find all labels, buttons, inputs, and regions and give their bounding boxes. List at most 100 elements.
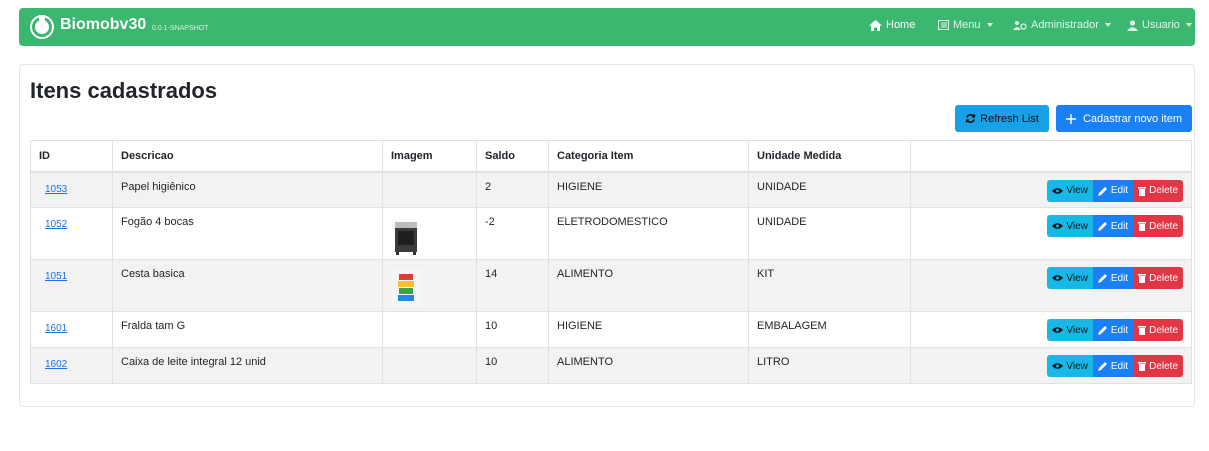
- trash-icon: [1138, 186, 1147, 196]
- refresh-list-label: Refresh List: [980, 112, 1039, 125]
- basket-image: [391, 268, 421, 308]
- pencil-icon: [1097, 274, 1107, 283]
- trash-icon: [1138, 222, 1147, 231]
- delete-button[interactable]: Delete: [1133, 179, 1183, 202]
- item-id-link[interactable]: 1051: [45, 271, 67, 282]
- table-header-row: ID Descricao Imagem Saldo Categoria Item…: [30, 140, 1192, 173]
- table-row: 1601 Fralda tam G 10 HIGIENE EMBALAGEM V…: [30, 311, 1192, 348]
- top-navbar: Biomobv30 0.0.1-SNAPSHOT Home Menu Admin…: [19, 8, 1195, 46]
- trash-icon: [1138, 274, 1147, 283]
- nav-home-label: Home: [886, 19, 916, 31]
- trash-icon: [1138, 326, 1147, 335]
- cell-categoria: HIGIENE: [548, 171, 749, 208]
- row-actions: View Edit Delete: [919, 215, 1183, 237]
- pencil-icon: [1097, 186, 1107, 196]
- edit-button[interactable]: Edit: [1092, 215, 1134, 237]
- nav-user-label: Usuario: [1142, 19, 1180, 31]
- edit-button[interactable]: Edit: [1092, 267, 1134, 289]
- menu-list-icon: [938, 20, 949, 30]
- edit-button[interactable]: Edit: [1092, 355, 1134, 377]
- items-table: ID Descricao Imagem Saldo Categoria Item…: [30, 140, 1192, 384]
- plus-icon: [1065, 113, 1076, 124]
- row-actions: View Edit Delete: [919, 319, 1183, 341]
- chevron-down-icon: [986, 23, 993, 27]
- table-row: 1053 Papel higiênico 2 HIGIENE UNIDADE V…: [30, 171, 1192, 208]
- cell-saldo: 14: [476, 259, 549, 312]
- eye-icon: [1052, 363, 1064, 369]
- row-actions: View Edit Delete: [919, 355, 1183, 377]
- eye-icon: [1052, 223, 1064, 229]
- cell-saldo: 10: [476, 311, 549, 348]
- chevron-down-icon: [1185, 23, 1192, 27]
- pencil-icon: [1097, 222, 1107, 231]
- cell-unidade: EMBALAGEM: [748, 311, 911, 348]
- pencil-icon: [1097, 326, 1107, 335]
- column-header-categoria: Categoria Item: [548, 140, 749, 173]
- home-icon: [869, 19, 882, 31]
- cell-descricao: Cesta basica: [112, 259, 383, 312]
- view-button[interactable]: View: [1047, 215, 1093, 237]
- delete-button[interactable]: Delete: [1133, 267, 1183, 289]
- column-header-actions: [910, 140, 1192, 173]
- add-item-button[interactable]: Cadastrar novo item: [1056, 105, 1192, 132]
- cell-imagem: [382, 347, 477, 384]
- column-header-saldo: Saldo: [476, 140, 549, 173]
- column-header-unidade: Unidade Medida: [748, 140, 911, 173]
- cell-unidade: UNIDADE: [748, 171, 911, 208]
- app-version: 0.0.1-SNAPSHOT: [152, 25, 209, 32]
- cell-descricao: Fogão 4 bocas: [112, 207, 383, 260]
- cell-saldo: -2: [476, 207, 549, 260]
- add-item-label: Cadastrar novo item: [1082, 112, 1183, 125]
- users-cog-icon: [1013, 20, 1027, 30]
- item-id-link[interactable]: 1053: [45, 184, 67, 195]
- cell-descricao: Fralda tam G: [112, 311, 383, 348]
- refresh-icon: [966, 113, 976, 124]
- nav-menu-label: Menu: [953, 19, 981, 31]
- eye-icon: [1052, 327, 1064, 333]
- page-title: Itens cadastrados: [30, 78, 218, 103]
- cell-descricao: Caixa de leite integral 12 unid: [112, 347, 383, 384]
- table-row: 1051 Cesta basica 14 ALIMENTO KIT View E…: [30, 259, 1192, 312]
- table-row: 1052 Fogão 4 bocas -2 ELETRODOMESTICO UN…: [30, 207, 1192, 260]
- eye-icon: [1052, 275, 1064, 281]
- view-button[interactable]: View: [1047, 179, 1093, 202]
- view-button[interactable]: View: [1047, 355, 1093, 377]
- cell-categoria: ALIMENTO: [548, 259, 749, 312]
- refresh-list-button[interactable]: Refresh List: [955, 105, 1049, 132]
- cell-descricao: Papel higiênico: [112, 171, 383, 208]
- cell-categoria: ALIMENTO: [548, 347, 749, 384]
- cell-imagem: [382, 171, 477, 208]
- cell-categoria: ELETRODOMESTICO: [548, 207, 749, 260]
- nav-menu-dropdown[interactable]: Menu: [938, 19, 993, 31]
- eye-icon: [1052, 187, 1064, 194]
- view-button[interactable]: View: [1047, 319, 1093, 341]
- nav-user-dropdown[interactable]: Usuario: [1127, 19, 1192, 31]
- nav-admin-dropdown[interactable]: Administrador: [1013, 19, 1111, 31]
- cell-unidade: LITRO: [748, 347, 911, 384]
- cell-imagem: [382, 259, 477, 312]
- row-actions: View Edit Delete: [919, 267, 1183, 289]
- trash-icon: [1138, 362, 1147, 371]
- item-id-link[interactable]: 1052: [45, 219, 67, 230]
- column-header-descricao: Descricao: [112, 140, 383, 173]
- table-row: 1602 Caixa de leite integral 12 unid 10 …: [30, 347, 1192, 384]
- item-id-link[interactable]: 1601: [45, 323, 67, 334]
- column-header-imagem: Imagem: [382, 140, 477, 173]
- delete-button[interactable]: Delete: [1133, 355, 1183, 377]
- delete-button[interactable]: Delete: [1133, 215, 1183, 237]
- nav-admin-label: Administrador: [1031, 19, 1099, 31]
- cell-unidade: UNIDADE: [748, 207, 911, 260]
- item-id-link[interactable]: 1602: [45, 359, 67, 370]
- cell-saldo: 10: [476, 347, 549, 384]
- pencil-icon: [1097, 362, 1107, 371]
- brand-name[interactable]: Biomobv30: [60, 16, 146, 34]
- column-header-id: ID: [30, 140, 113, 173]
- delete-button[interactable]: Delete: [1133, 319, 1183, 341]
- cell-unidade: KIT: [748, 259, 911, 312]
- user-icon: [1127, 19, 1138, 31]
- nav-home[interactable]: Home: [869, 19, 915, 31]
- brand-logo-icon[interactable]: [29, 14, 55, 40]
- view-button[interactable]: View: [1047, 267, 1093, 289]
- edit-button[interactable]: Edit: [1092, 319, 1134, 341]
- edit-button[interactable]: Edit: [1092, 179, 1134, 202]
